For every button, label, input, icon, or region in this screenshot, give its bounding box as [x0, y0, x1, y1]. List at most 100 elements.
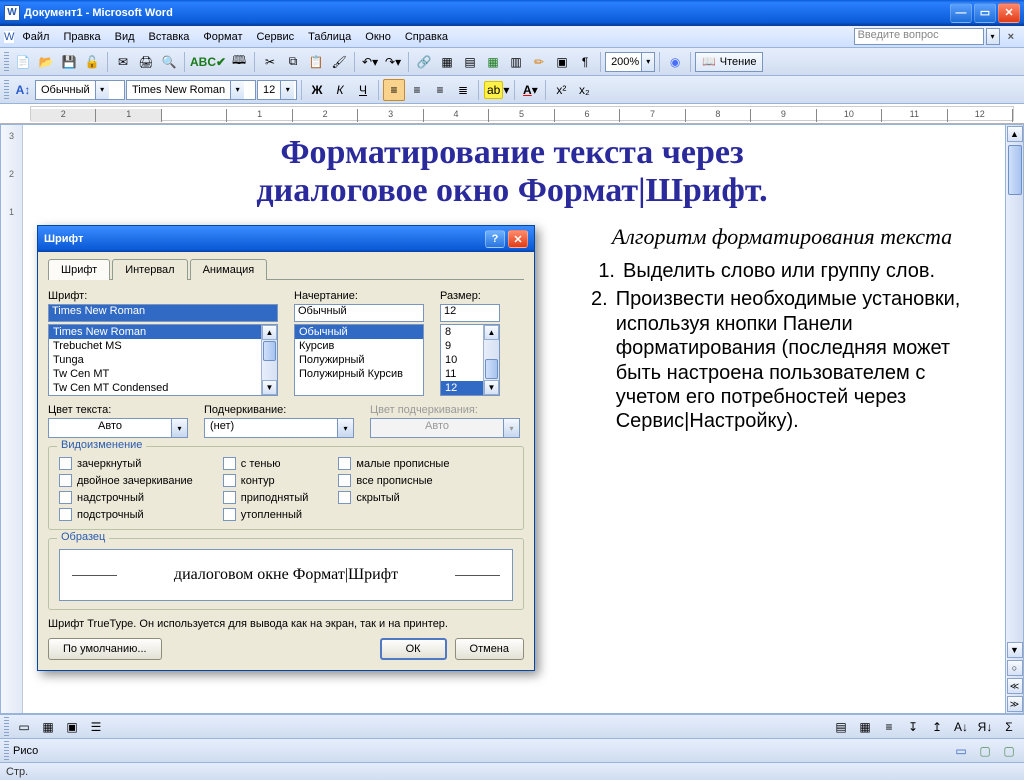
columns-button[interactable]: ▥	[505, 51, 527, 73]
style-value[interactable]: Обычный	[36, 84, 95, 96]
xtool-2[interactable]: ▦	[854, 716, 876, 738]
effect-checkbox[interactable]: надстрочный	[59, 491, 193, 504]
view-print-button[interactable]: ▣	[61, 716, 83, 738]
tab-animation[interactable]: Анимация	[190, 259, 268, 280]
dialog-close-button[interactable]: ✕	[508, 230, 528, 248]
zoom-value[interactable]: 200%	[606, 56, 641, 68]
effect-checkbox[interactable]: малые прописные	[338, 457, 449, 470]
toolbar-grip-icon[interactable]	[4, 717, 9, 737]
toolbar-grip-icon[interactable]	[4, 741, 9, 761]
checkbox-icon[interactable]	[338, 457, 351, 470]
copy-button[interactable]: ⧉	[282, 51, 304, 73]
styles-pane-button[interactable]: A↕	[12, 79, 34, 101]
checkbox-icon[interactable]	[223, 474, 236, 487]
font-value[interactable]: Times New Roman	[127, 84, 230, 96]
font-style-input[interactable]: Обычный	[294, 304, 424, 322]
print-button[interactable]: 🖨	[135, 51, 157, 73]
chevron-down-icon[interactable]: ▾	[95, 81, 109, 99]
open-button[interactable]: 📂	[35, 51, 57, 73]
next-page-button[interactable]: ≫	[1007, 696, 1023, 712]
view-outline-button[interactable]: ☰	[85, 716, 107, 738]
align-left-button[interactable]: ≡	[383, 79, 405, 101]
excel-button[interactable]: ▦	[482, 51, 504, 73]
print-preview-button[interactable]: 🔍	[158, 51, 180, 73]
font-color-button[interactable]: A▾	[519, 79, 541, 101]
checkbox-icon[interactable]	[59, 508, 72, 521]
effect-checkbox[interactable]: утопленный	[223, 508, 309, 521]
underline-button[interactable]: Ч	[352, 79, 374, 101]
save-button[interactable]: 💾	[58, 51, 80, 73]
italic-button[interactable]: К	[329, 79, 351, 101]
window-minimize-button[interactable]: —	[950, 3, 972, 23]
font-size-listbox[interactable]: 89101112 ▲ ▼	[440, 324, 500, 396]
shape-square-icon[interactable]: ▢	[974, 740, 996, 762]
subscript-button[interactable]: x₂	[573, 79, 595, 101]
tab-spacing[interactable]: Интервал	[112, 259, 187, 280]
doc-map-button[interactable]: ▣	[551, 51, 573, 73]
font-style-listbox[interactable]: ОбычныйКурсивПолужирныйПолужирный Курсив	[294, 324, 424, 396]
effect-checkbox[interactable]: скрытый	[338, 491, 449, 504]
hyperlink-button[interactable]: 🔗	[413, 51, 435, 73]
menubar-close-icon[interactable]: ×	[1002, 31, 1020, 43]
tab-font[interactable]: Шрифт	[48, 259, 110, 280]
reading-mode-button[interactable]: 📖 Чтение	[695, 52, 763, 72]
vertical-ruler[interactable]: 321	[1, 125, 23, 713]
font-option[interactable]: Tw Cen MT Condensed	[49, 381, 277, 395]
superscript-button[interactable]: x²	[550, 79, 572, 101]
highlight-button[interactable]: ab▾	[483, 79, 510, 101]
mail-button[interactable]: ✉	[112, 51, 134, 73]
show-formatting-button[interactable]: ¶	[574, 51, 596, 73]
toolbar-grip-icon[interactable]	[4, 80, 9, 100]
view-normal-button[interactable]: ▭	[13, 716, 35, 738]
chevron-down-icon[interactable]: ▾	[171, 419, 187, 437]
scroll-down-icon[interactable]: ▼	[262, 380, 277, 395]
checkbox-icon[interactable]	[59, 474, 72, 487]
checkbox-icon[interactable]	[223, 457, 236, 470]
new-doc-button[interactable]: 📄	[12, 51, 34, 73]
paste-button[interactable]: 📋	[305, 51, 327, 73]
xtool-3[interactable]: ≡	[878, 716, 900, 738]
scroll-up-icon[interactable]: ▲	[484, 325, 499, 340]
style-combo[interactable]: Обычный ▾	[35, 80, 125, 100]
defaults-button[interactable]: По умолчанию...	[48, 638, 162, 660]
autosum-button[interactable]: Σ	[998, 716, 1020, 738]
format-painter-button[interactable]: 🖌	[328, 51, 350, 73]
vertical-scrollbar[interactable]: ▲ ▼ ○ ≪ ≫	[1005, 125, 1023, 713]
bold-button[interactable]: Ж	[306, 79, 328, 101]
menu-table[interactable]: Таблица	[302, 29, 357, 45]
help-button[interactable]: ◉	[664, 51, 686, 73]
menu-format[interactable]: Формат	[197, 29, 248, 45]
ok-button[interactable]: ОК	[380, 638, 447, 660]
permission-button[interactable]: 🔓	[81, 51, 103, 73]
effect-checkbox[interactable]: зачеркнутый	[59, 457, 193, 470]
chevron-down-icon[interactable]: ▾	[280, 81, 294, 99]
prev-page-button[interactable]: ≪	[1007, 678, 1023, 694]
font-size-input[interactable]: 12	[440, 304, 500, 322]
fontsize-value[interactable]: 12	[258, 84, 280, 96]
shape-rect-icon[interactable]: ▭	[950, 740, 972, 762]
checkbox-icon[interactable]	[338, 474, 351, 487]
scroll-thumb[interactable]	[263, 341, 276, 361]
font-combo[interactable]: Times New Roman ▾	[126, 80, 256, 100]
chevron-down-icon[interactable]: ▾	[230, 81, 244, 99]
effect-checkbox[interactable]: контур	[223, 474, 309, 487]
align-center-button[interactable]: ≡	[406, 79, 428, 101]
cancel-button[interactable]: Отмена	[455, 638, 524, 660]
chevron-down-icon[interactable]: ▾	[641, 53, 654, 71]
xtool-4[interactable]: ↧	[902, 716, 924, 738]
tables-borders-button[interactable]: ▦	[436, 51, 458, 73]
font-option[interactable]: Times New Roman	[49, 325, 277, 339]
menu-insert[interactable]: Вставка	[143, 29, 196, 45]
menu-edit[interactable]: Правка	[57, 29, 106, 45]
drawing-button[interactable]: ✏	[528, 51, 550, 73]
window-close-button[interactable]: ✕	[998, 3, 1020, 23]
view-web-button[interactable]: ▦	[37, 716, 59, 738]
toolbar-grip-icon[interactable]	[4, 52, 9, 72]
font-option[interactable]: Tunga	[49, 353, 277, 367]
font-option[interactable]: Trebuchet MS	[49, 339, 277, 353]
scroll-thumb[interactable]	[485, 359, 498, 379]
effect-checkbox[interactable]: приподнятый	[223, 491, 309, 504]
scroll-up-button[interactable]: ▲	[1007, 126, 1023, 142]
scroll-up-icon[interactable]: ▲	[262, 325, 277, 340]
sort-desc-button[interactable]: Я↓	[974, 716, 996, 738]
